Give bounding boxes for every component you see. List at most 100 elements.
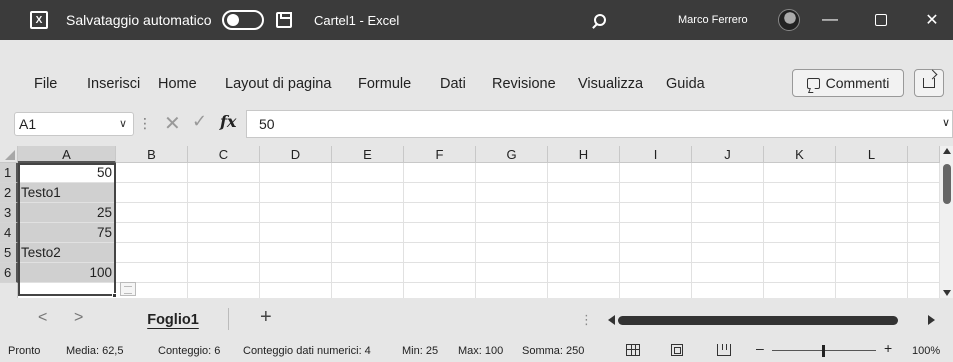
row-header-3[interactable]: 3 — [0, 203, 18, 223]
grid-cell[interactable] — [188, 183, 260, 203]
column-header-c[interactable]: C — [188, 146, 260, 163]
grid-cell[interactable] — [908, 203, 940, 223]
grid-cell[interactable] — [548, 203, 620, 223]
grid-cell[interactable] — [692, 203, 764, 223]
cell-a4[interactable]: 75 — [18, 223, 116, 243]
column-header-b[interactable]: B — [116, 146, 188, 163]
row-header-6[interactable]: 6 — [0, 263, 18, 283]
zoom-level[interactable]: 100% — [912, 345, 940, 357]
grid-cell[interactable] — [764, 283, 836, 298]
save-icon[interactable] — [276, 0, 292, 40]
grid-cell[interactable] — [620, 183, 692, 203]
grid-cell[interactable] — [908, 243, 940, 263]
grid-cell[interactable] — [116, 263, 188, 283]
grid-cell[interactable] — [836, 283, 908, 298]
menu-layout-di-pagina[interactable]: Layout di pagina — [225, 74, 331, 94]
grid-cell[interactable] — [404, 263, 476, 283]
page-break-view-icon[interactable] — [717, 344, 731, 356]
formula-input[interactable]: 50 ∨ — [246, 110, 953, 138]
grid-cell[interactable] — [188, 263, 260, 283]
grid-cell[interactable] — [476, 263, 548, 283]
column-header-i[interactable]: I — [620, 146, 692, 163]
normal-view-icon[interactable] — [626, 344, 640, 356]
row-header-2[interactable]: 2 — [0, 183, 18, 203]
status-sum[interactable]: Somma: 250 — [522, 345, 584, 357]
menu-file[interactable]: File — [34, 74, 57, 94]
add-sheet-button[interactable]: + — [260, 306, 272, 329]
grid-cell[interactable] — [260, 283, 332, 298]
grid-cell[interactable] — [548, 223, 620, 243]
search-icon[interactable] — [590, 0, 610, 40]
fill-handle[interactable] — [112, 293, 117, 298]
grid-cell[interactable] — [548, 263, 620, 283]
row-header-1[interactable]: 1 — [0, 163, 18, 183]
grid-cell[interactable] — [188, 223, 260, 243]
column-header-l[interactable]: L — [836, 146, 908, 163]
comments-button[interactable]: Commenti — [792, 69, 904, 97]
tab-splitter-handle[interactable]: ⋮ — [580, 312, 593, 328]
grid-cell[interactable] — [404, 223, 476, 243]
grid-cell[interactable] — [332, 203, 404, 223]
grid-cell[interactable] — [476, 183, 548, 203]
grid-cell[interactable] — [692, 263, 764, 283]
grid-cell[interactable] — [116, 183, 188, 203]
row-header-4[interactable]: 4 — [0, 223, 18, 243]
vertical-scrollbar[interactable] — [940, 146, 953, 298]
grid-cell[interactable] — [836, 203, 908, 223]
worksheet-grid[interactable]: A B C D E F G H I J K L 1 2 3 4 5 6 50 T… — [0, 146, 953, 298]
chevron-down-icon[interactable]: ∨ — [119, 117, 127, 130]
grid-cell[interactable] — [260, 183, 332, 203]
grid-cell[interactable] — [908, 223, 940, 243]
cell-a1[interactable]: 50 — [18, 163, 116, 183]
cell-a6[interactable]: 100 — [18, 263, 116, 283]
grid-cell[interactable] — [764, 223, 836, 243]
scroll-down-icon[interactable] — [943, 290, 951, 296]
grid-cell[interactable] — [260, 243, 332, 263]
grid-cell[interactable] — [764, 203, 836, 223]
menu-revisione[interactable]: Revisione — [492, 74, 556, 94]
grid-cell[interactable] — [332, 183, 404, 203]
column-header-a[interactable]: A — [18, 146, 116, 163]
grid-cell[interactable] — [188, 203, 260, 223]
grid-cell[interactable] — [116, 163, 188, 183]
vertical-scroll-thumb[interactable] — [943, 164, 951, 204]
grid-cell[interactable] — [548, 283, 620, 298]
insert-function-icon[interactable]: fx — [220, 112, 236, 131]
menu-guida[interactable]: Guida — [666, 74, 705, 94]
grid-cell[interactable] — [620, 203, 692, 223]
grid-cell[interactable] — [764, 243, 836, 263]
column-header-f[interactable]: F — [404, 146, 476, 163]
grid-cell[interactable] — [332, 263, 404, 283]
column-header-j[interactable]: J — [692, 146, 764, 163]
grid-cell[interactable] — [620, 283, 692, 298]
grid-cell[interactable] — [908, 183, 940, 203]
grid-cell[interactable] — [836, 243, 908, 263]
grid-cell[interactable] — [836, 263, 908, 283]
user-name[interactable]: Marco Ferrero — [678, 0, 748, 40]
maximize-button[interactable] — [858, 0, 904, 40]
avatar[interactable] — [778, 0, 800, 40]
menu-home[interactable]: Home — [158, 74, 197, 94]
row-header-5[interactable]: 5 — [0, 243, 18, 263]
grid-cell[interactable] — [620, 163, 692, 183]
grid-cell[interactable] — [548, 243, 620, 263]
menu-inserisci[interactable]: Inserisci — [87, 74, 140, 94]
column-header-k[interactable]: K — [764, 146, 836, 163]
grid-cell[interactable] — [404, 283, 476, 298]
grid-cell[interactable] — [404, 203, 476, 223]
grid-cell[interactable] — [548, 163, 620, 183]
column-header-m[interactable] — [908, 146, 940, 163]
grid-cell[interactable] — [260, 203, 332, 223]
grid-cell[interactable] — [476, 283, 548, 298]
grid-cell[interactable] — [188, 283, 260, 298]
grid-cell[interactable] — [260, 263, 332, 283]
page-layout-view-icon[interactable] — [671, 344, 683, 356]
status-max[interactable]: Max: 100 — [458, 345, 503, 357]
grid-cell[interactable] — [764, 183, 836, 203]
grid-cell[interactable] — [836, 223, 908, 243]
grid-cell[interactable] — [404, 163, 476, 183]
next-sheet-button[interactable]: > — [74, 309, 83, 327]
cell-a5[interactable]: Testo2 — [18, 243, 116, 263]
grid-cell[interactable] — [620, 243, 692, 263]
status-count[interactable]: Conteggio: 6 — [158, 345, 220, 357]
